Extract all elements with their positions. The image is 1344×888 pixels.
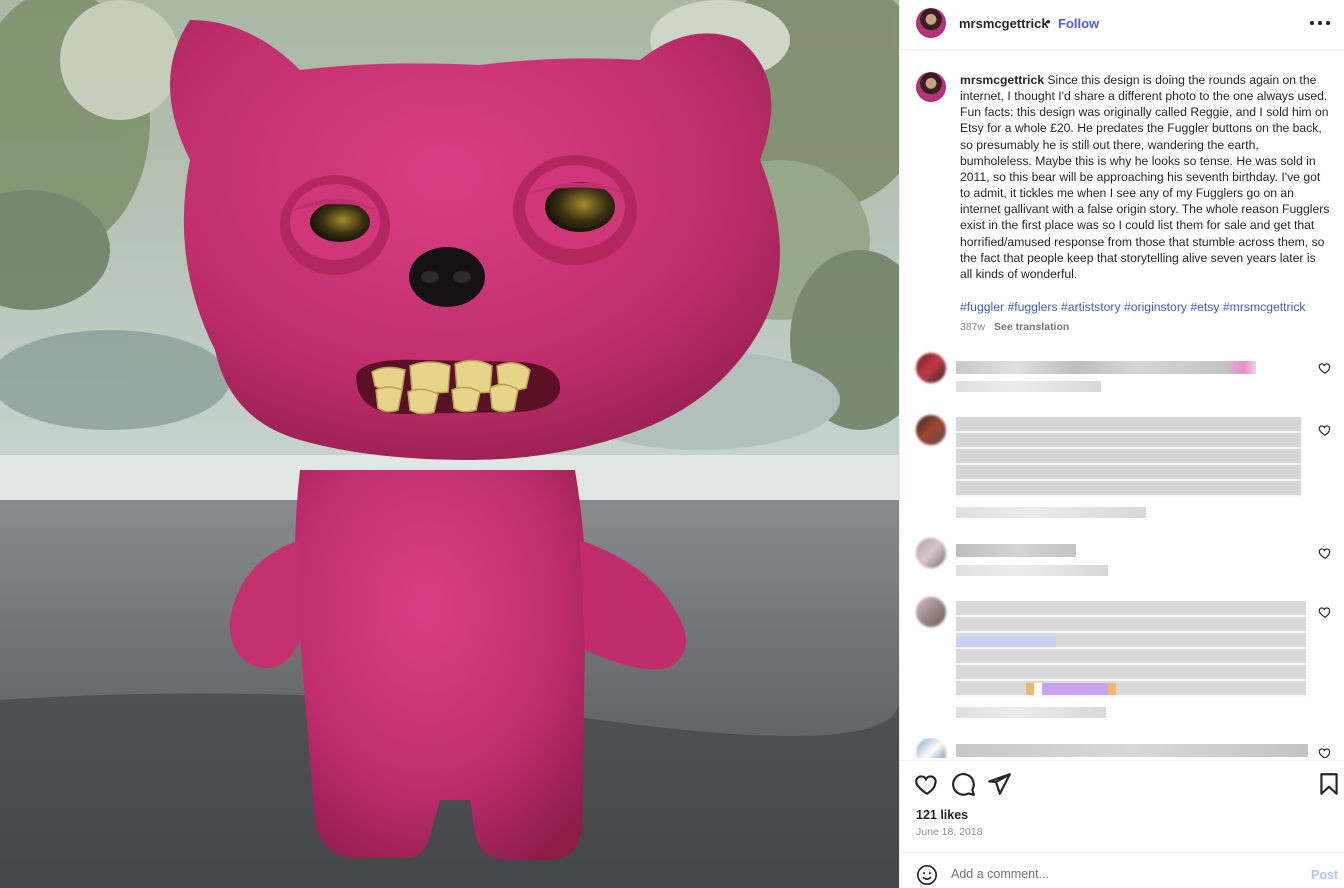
post-comment-button[interactable]: Post bbox=[1311, 868, 1338, 882]
more-options-button[interactable] bbox=[1308, 12, 1332, 32]
hashtag-link[interactable]: #artiststory bbox=[1061, 300, 1121, 314]
fuggler-photo bbox=[0, 0, 899, 888]
pixelated-comment-text bbox=[956, 544, 1076, 557]
caption-text: Since this design is doing the rounds ag… bbox=[960, 73, 1330, 281]
post-actions bbox=[900, 760, 1344, 808]
save-bookmark-icon[interactable] bbox=[1316, 771, 1342, 797]
caption-text-block: mrsmcgettrick Since this design is doing… bbox=[960, 72, 1331, 282]
share-paper-plane-icon[interactable] bbox=[986, 771, 1012, 797]
more-horizontal-icon bbox=[1310, 21, 1314, 25]
hashtag-link[interactable]: #fuggler bbox=[960, 300, 1004, 314]
pixelated-comment-meta bbox=[956, 565, 1108, 576]
pixelated-comment-meta bbox=[956, 507, 1146, 518]
commenter-avatar[interactable] bbox=[916, 415, 946, 445]
like-heart-icon[interactable] bbox=[914, 771, 940, 797]
post-age[interactable]: 387w bbox=[960, 321, 985, 333]
see-translation-link[interactable]: See translation bbox=[994, 321, 1069, 333]
like-comment-heart-icon[interactable] bbox=[1318, 605, 1332, 619]
like-comment-heart-icon[interactable] bbox=[1318, 361, 1332, 375]
follow-button[interactable]: Follow bbox=[1058, 16, 1099, 31]
pixelated-emoji-row bbox=[1026, 683, 1116, 695]
commenter-avatar[interactable] bbox=[916, 353, 946, 383]
post-photo[interactable] bbox=[0, 0, 899, 888]
like-count[interactable]: 121 likes bbox=[916, 808, 968, 822]
commenter-avatar[interactable] bbox=[916, 538, 946, 568]
author-avatar[interactable] bbox=[916, 8, 946, 38]
hashtag-link[interactable]: #fugglers bbox=[1007, 300, 1057, 314]
hashtag-link[interactable]: #mrsmcgettrick bbox=[1223, 300, 1306, 314]
comment-bubble-icon[interactable] bbox=[950, 771, 976, 797]
like-comment-heart-icon[interactable] bbox=[1318, 746, 1332, 758]
pixelated-mention bbox=[956, 637, 1056, 647]
caption-author-avatar[interactable] bbox=[916, 72, 946, 102]
post-side-panel: mrsmcgettrick • Follow mrsmcgettrick Sin… bbox=[899, 0, 1344, 888]
pixelated-comment-meta bbox=[956, 707, 1106, 718]
pixelated-comment-text bbox=[956, 417, 1301, 497]
pixelated-comment-meta bbox=[956, 381, 1101, 392]
commenter-avatar[interactable] bbox=[916, 597, 946, 627]
separator-dot: • bbox=[1046, 14, 1051, 29]
commenter-avatar[interactable] bbox=[916, 738, 946, 758]
like-comment-heart-icon[interactable] bbox=[1318, 546, 1332, 560]
post-header: mrsmcgettrick • Follow bbox=[900, 0, 1344, 50]
author-username[interactable]: mrsmcgettrick bbox=[959, 16, 1049, 31]
pixelated-comment-text bbox=[956, 744, 1308, 757]
comment-item bbox=[916, 738, 1336, 758]
post-date[interactable]: June 18, 2018 bbox=[916, 826, 983, 838]
like-comment-heart-icon[interactable] bbox=[1318, 423, 1332, 437]
add-comment-bar: Post bbox=[900, 852, 1344, 888]
comment-input[interactable] bbox=[951, 862, 1291, 886]
hashtag-link[interactable]: #originstory bbox=[1124, 300, 1187, 314]
hashtag-list: #fuggler #fugglers #artiststory #origins… bbox=[960, 300, 1331, 314]
caption-username[interactable]: mrsmcgettrick bbox=[960, 73, 1044, 87]
pixelated-comment-text bbox=[956, 601, 1306, 697]
caption-meta: 387w See translation bbox=[960, 321, 1069, 333]
pixelated-comment-text bbox=[956, 361, 1256, 374]
hashtag-link[interactable]: #etsy bbox=[1190, 300, 1219, 314]
emoji-smiley-icon[interactable] bbox=[916, 864, 938, 886]
